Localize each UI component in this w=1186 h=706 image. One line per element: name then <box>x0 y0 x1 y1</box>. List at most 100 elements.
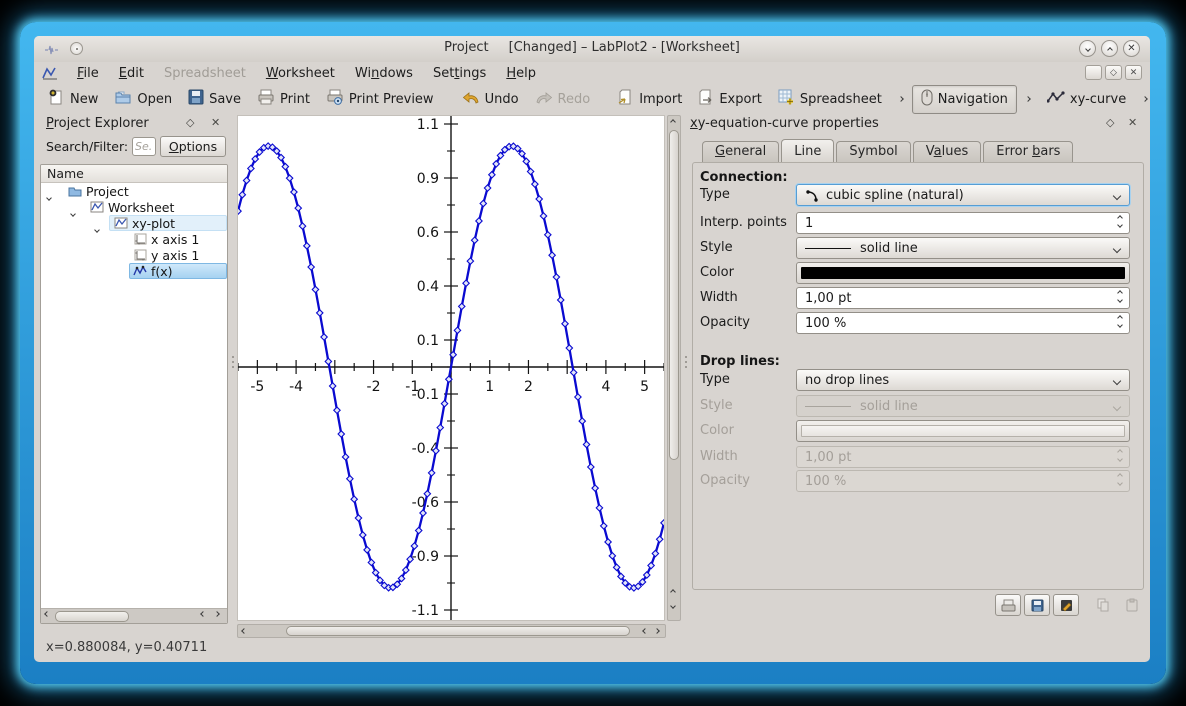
tree-row-worksheet[interactable]: Worksheet <box>41 199 227 215</box>
plot-canvas[interactable]: -5-4-2-112451.10.90.60.40.1-0.1-0.4-0.6-… <box>238 116 664 620</box>
spin-down-icon[interactable] <box>1117 222 1123 228</box>
scroll-left-icon[interactable] <box>201 612 205 616</box>
dock-float-icon[interactable]: ◇ <box>1106 116 1114 129</box>
width-label: Width <box>700 290 738 305</box>
window-title: Project[Changed] – LabPlot2 - [Worksheet… <box>34 40 1150 55</box>
tree-row-fx[interactable]: f(x) <box>41 263 227 279</box>
scroll-right-icon[interactable] <box>215 612 219 616</box>
svg-text:-1.1: -1.1 <box>412 603 439 619</box>
line-color-button[interactable] <box>796 262 1130 284</box>
import-button[interactable]: Import <box>610 86 690 112</box>
xy-curve-button[interactable]: xy-curve <box>1039 87 1134 111</box>
curve-icon <box>133 265 147 277</box>
tab-symbol[interactable]: Symbol <box>836 141 910 162</box>
spin-up-icon[interactable] <box>1117 290 1123 296</box>
tab-values[interactable]: Values <box>913 141 981 162</box>
tree-row-project[interactable]: Project <box>41 183 227 199</box>
save-template-button[interactable] <box>1024 594 1050 616</box>
tab-error-bars[interactable]: Error bars <box>983 141 1073 162</box>
drop-lines-type-combobox[interactable]: no drop lines <box>796 369 1130 391</box>
new-document-icon <box>48 89 65 110</box>
project-explorer-title: Project Explorer <box>46 116 149 131</box>
mouse-icon <box>921 89 933 110</box>
dock-splitter[interactable] <box>231 356 235 368</box>
navigation-button[interactable]: Navigation <box>912 85 1017 114</box>
tree-row-x-axis[interactable]: x axis 1 <box>41 231 227 247</box>
options-button[interactable]: Options <box>160 136 226 157</box>
spin-up-icon[interactable] <box>1117 315 1123 321</box>
menu-file[interactable]: File <box>67 64 109 83</box>
drop-color-swatch <box>801 425 1125 437</box>
drop-color-label: Color <box>700 423 734 438</box>
xy-plot-icon <box>114 217 128 229</box>
menu-settings[interactable]: Settings <box>423 64 496 83</box>
scroll-right-icon[interactable] <box>655 629 659 633</box>
line-style-combobox[interactable]: solid line <box>796 237 1130 259</box>
undo-button[interactable]: Undo <box>454 86 527 112</box>
spreadsheet-button[interactable]: Spreadsheet <box>770 86 890 113</box>
spin-down-icon[interactable] <box>1117 322 1123 328</box>
line-width-spinbox[interactable]: 1,00 pt <box>796 287 1130 309</box>
svg-text:5: 5 <box>640 379 649 395</box>
titlebar[interactable]: Project[Changed] – LabPlot2 - [Worksheet… <box>34 36 1150 62</box>
edit-template-button[interactable] <box>1053 594 1079 616</box>
new-button[interactable]: New <box>40 86 106 113</box>
tree-horizontal-scrollbar[interactable] <box>41 608 227 623</box>
scroll-left-icon[interactable] <box>45 612 49 616</box>
menubar: File Edit Spreadsheet Worksheet Windows … <box>34 62 1150 84</box>
connection-type-combobox[interactable]: cubic spline (natural) <box>796 184 1130 206</box>
tree-column-header-name[interactable]: Name <box>41 165 227 183</box>
menu-windows[interactable]: Windows <box>345 64 423 83</box>
menu-help[interactable]: Help <box>496 64 546 83</box>
svg-text:-2: -2 <box>367 379 381 395</box>
scroll-left-icon[interactable] <box>242 629 246 633</box>
scroll-up-icon[interactable] <box>671 120 675 124</box>
menu-edit[interactable]: Edit <box>109 64 154 83</box>
statusbar: x=0.880084, y=0.40711 <box>34 636 1150 662</box>
paste-button <box>1119 594 1145 616</box>
scroll-down-icon[interactable] <box>671 604 675 608</box>
svg-text:-0.1: -0.1 <box>412 387 439 403</box>
tree-row-xy-plot[interactable]: xy-plot <box>41 215 227 231</box>
export-button[interactable]: Export <box>690 86 770 112</box>
load-template-button[interactable] <box>995 594 1021 616</box>
tab-line[interactable]: Line <box>781 139 834 162</box>
interp-points-spinbox[interactable]: 1 <box>796 212 1130 234</box>
mdi-restore-button[interactable] <box>1085 65 1102 80</box>
print-preview-button[interactable]: Print Preview <box>318 86 442 112</box>
drop-lines-color-button <box>796 420 1130 442</box>
mdi-float-button[interactable]: ◇ <box>1105 65 1122 80</box>
dock-close-icon[interactable]: ✕ <box>211 116 220 129</box>
toolbar-extension-chevron[interactable] <box>899 97 903 101</box>
close-button[interactable]: ✕ <box>1123 40 1140 57</box>
redo-icon <box>535 89 553 109</box>
drop-type-label: Type <box>700 372 730 387</box>
toolbar-extension-chevron[interactable] <box>1026 97 1030 101</box>
save-button[interactable]: Save <box>180 86 249 112</box>
tree-row-y-axis[interactable]: y axis 1 <box>41 247 227 263</box>
line-opacity-spinbox[interactable]: 100 % <box>796 312 1130 334</box>
dock-splitter[interactable] <box>684 356 688 368</box>
search-input[interactable] <box>132 137 156 156</box>
open-button[interactable]: Open <box>106 86 180 112</box>
toolbar-extension-chevron[interactable] <box>1143 97 1147 101</box>
print-button[interactable]: Print <box>249 86 318 112</box>
dock-close-icon[interactable]: ✕ <box>1128 116 1137 129</box>
type-label: Type <box>700 187 730 202</box>
menu-worksheet[interactable]: Worksheet <box>256 64 345 83</box>
dock-float-icon[interactable]: ◇ <box>186 116 194 129</box>
tab-general[interactable]: General <box>702 141 779 162</box>
worksheet-plot[interactable]: -5-4-2-112451.10.90.60.40.1-0.1-0.4-0.6-… <box>237 115 665 621</box>
worksheet-vertical-scrollbar[interactable] <box>667 115 681 621</box>
scroll-left-icon[interactable] <box>643 629 647 633</box>
folder-icon <box>68 185 82 197</box>
scroll-up-icon[interactable] <box>671 590 675 594</box>
solid-line-icon <box>805 248 851 249</box>
spin-down-icon[interactable] <box>1117 297 1123 303</box>
svg-text:1: 1 <box>485 379 494 395</box>
spin-up-icon[interactable] <box>1117 215 1123 221</box>
mdi-close-button[interactable]: ✕ <box>1125 65 1142 80</box>
maximize-button[interactable] <box>1101 40 1118 57</box>
minimize-button[interactable] <box>1079 40 1096 57</box>
export-icon <box>698 89 714 109</box>
